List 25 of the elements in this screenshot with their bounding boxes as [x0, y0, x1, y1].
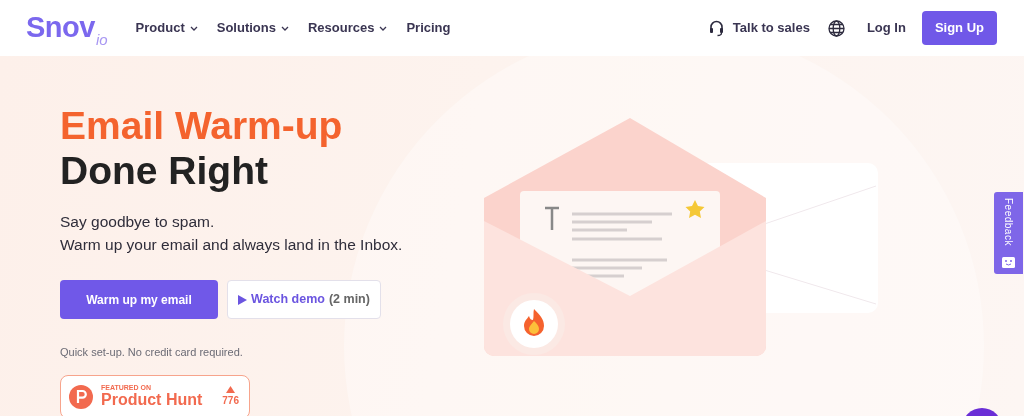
talk-to-sales-link[interactable]: Talk to sales [708, 18, 810, 38]
headset-icon [708, 19, 724, 37]
feedback-label: Feedback [1002, 198, 1015, 246]
upvote-triangle-icon [226, 385, 236, 393]
nav-link[interactable]: Resources [307, 18, 388, 38]
login-link[interactable]: Log In [866, 18, 906, 38]
logo-wordmark[interactable]: Snov [26, 6, 95, 50]
nav-link[interactable]: Solutions [216, 18, 289, 38]
smiley-icon [1002, 257, 1015, 268]
hero-subtitle: Warm up your email and always land in the Inbox. [60, 234, 404, 255]
signup-button[interactable]: Sign Up [921, 11, 997, 45]
play-icon [238, 294, 248, 305]
nav-link[interactable]: Product [135, 18, 198, 38]
feedback-tab[interactable]: Feedback [994, 192, 1023, 274]
hero-title: Email Warm-up [60, 104, 344, 149]
product-hunt-logo-icon [69, 384, 93, 409]
hero-subtitle: Say goodbye to spam. [60, 211, 216, 232]
watch-demo-button[interactable]: Watch demo (2 min) [227, 280, 381, 320]
product-hunt-name: Product Hunt [101, 391, 203, 409]
signup-note: Quick set-up. No credit card required. [60, 345, 244, 361]
upvote-count: 776 [222, 393, 239, 408]
globe-icon[interactable] [827, 19, 845, 37]
hero-title: Done Right [60, 148, 269, 194]
warm-up-button[interactable]: Warm up my email [60, 280, 218, 320]
nav-link[interactable]: Pricing [406, 18, 451, 38]
